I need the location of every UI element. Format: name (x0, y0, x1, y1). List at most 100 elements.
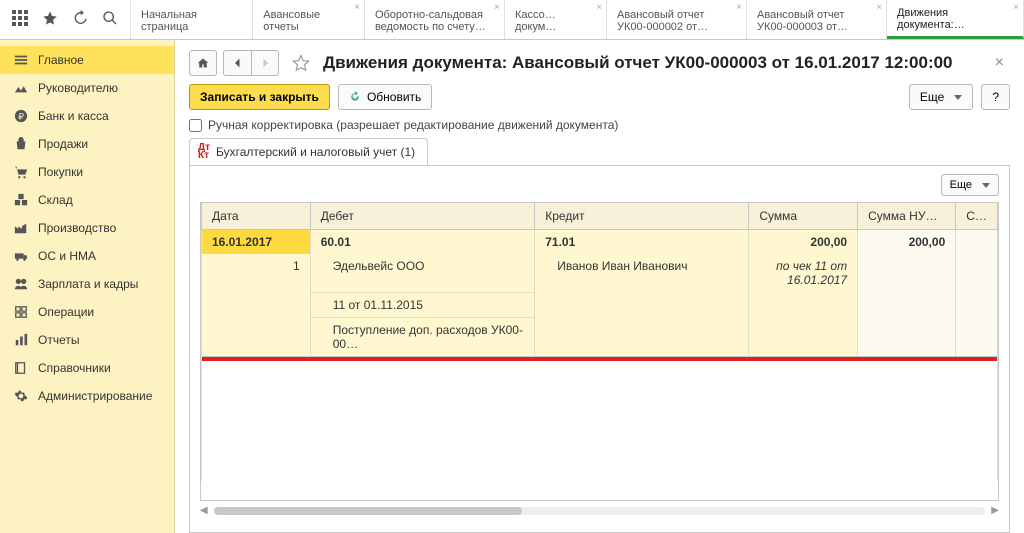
close-icon[interactable]: × (1013, 2, 1019, 13)
button-label: Еще (920, 90, 944, 104)
nav-pair (223, 50, 279, 76)
close-icon[interactable]: × (354, 2, 360, 13)
more-button[interactable]: Еще (909, 84, 973, 110)
tab-label: Авансовый отчет УК00-000002 от… (617, 9, 736, 33)
tab-label: Оборотно-сальдовая ведомость по счету… (375, 9, 494, 33)
top-tab[interactable]: Движения документа:…× (887, 0, 1024, 39)
top-tab[interactable]: Авансовый отчет УК00-000002 от…× (607, 0, 747, 39)
sidebar-label: ОС и НМА (38, 249, 96, 263)
cell-date: 16.01.2017 (202, 230, 311, 255)
favorite-star-icon[interactable] (291, 53, 311, 73)
sidebar-item-bank[interactable]: ₽ Банк и касса (0, 102, 174, 130)
sidebar-label: Зарплата и кадры (38, 277, 138, 291)
manual-correction-row: Ручная корректировка (разрешает редактир… (189, 118, 1010, 132)
sidebar-item-production[interactable]: Производство (0, 214, 174, 242)
accounting-tab[interactable]: ДтКт Бухгалтерский и налоговый учет (1) (189, 138, 428, 165)
forward-button[interactable] (251, 50, 279, 76)
button-label: Обновить (367, 90, 421, 104)
button-label: Еще (950, 179, 972, 191)
sidebar-item-assets[interactable]: ОС и НМА (0, 242, 174, 270)
top-tab[interactable]: Оборотно-сальдовая ведомость по счету…× (365, 0, 505, 39)
sidebar-label: Операции (38, 305, 94, 319)
col-date[interactable]: Дата (202, 203, 311, 230)
top-tab[interactable]: Кассо… докум…× (505, 0, 607, 39)
back-button[interactable] (223, 50, 251, 76)
top-tab[interactable]: Авансовый отчет УК00-000003 от…× (747, 0, 887, 39)
top-tab[interactable]: Авансовые отчеты× (253, 0, 365, 39)
button-label: Записать и закрыть (200, 90, 319, 104)
tab-label: Кассо… докум… (515, 9, 596, 33)
cell-credit: 71.01 (535, 230, 749, 255)
tab-label: Начальная страница (141, 9, 242, 33)
cell-note: по чек 11 от 16.01.2017 (749, 254, 858, 292)
star-icon[interactable] (42, 10, 58, 29)
close-icon[interactable]: × (494, 2, 500, 13)
sidebar-item-warehouse[interactable]: Склад (0, 186, 174, 214)
sidebar-label: Справочники (38, 361, 111, 375)
close-icon[interactable]: × (736, 2, 742, 13)
sidebar-item-purchases[interactable]: Покупки (0, 158, 174, 186)
help-button[interactable]: ? (981, 84, 1010, 110)
top-tab[interactable]: Начальная страница (131, 0, 253, 39)
sidebar-item-operations[interactable]: Операции (0, 298, 174, 326)
col-sum[interactable]: Сумма (749, 203, 858, 230)
cell-debit-sub: 11 от 01.11.2015 (310, 292, 535, 317)
grid-header-row: Дата Дебет Кредит Сумма Сумма НУ… С… (202, 203, 998, 230)
page-header: Движения документа: Авансовый отчет УК00… (189, 50, 1010, 76)
top-icon-group (0, 0, 131, 39)
sidebar-item-payroll[interactable]: Зарплата и кадры (0, 270, 174, 298)
history-icon[interactable] (72, 10, 88, 29)
sidebar-label: Склад (38, 193, 73, 207)
sidebar-label: Производство (38, 221, 116, 235)
grid-row[interactable]: 11 от 01.11.2015 (202, 292, 998, 317)
grid-row[interactable]: Поступление доп. расходов УК00-00… (202, 317, 998, 356)
grid-panel: Еще Дата Дебет Кредит Сумма Сумма НУ… С… (189, 166, 1010, 533)
cell-debit: 60.01 (310, 230, 535, 255)
close-icon[interactable]: × (876, 2, 882, 13)
manual-correction-checkbox[interactable] (189, 119, 202, 132)
grid-row[interactable]: 1 Эдельвейс ООО Иванов Иван Иванович по … (202, 254, 998, 292)
apps-icon[interactable] (12, 10, 28, 29)
sidebar-item-sales[interactable]: Продажи (0, 130, 174, 158)
refresh-button[interactable]: Обновить (338, 84, 432, 110)
sidebar-label: Отчеты (38, 333, 79, 347)
horizontal-scrollbar[interactable]: ◀ ▶ (200, 501, 999, 516)
col-sumnu[interactable]: Сумма НУ… (858, 203, 956, 230)
tab-label: Авансовый отчет УК00-000003 от… (757, 9, 876, 33)
scroll-thumb[interactable] (214, 507, 523, 515)
sidebar-label: Руководителю (38, 81, 118, 95)
search-icon[interactable] (102, 10, 118, 29)
col-extra[interactable]: С… (956, 203, 998, 230)
sidebar-item-catalogs[interactable]: Справочники (0, 354, 174, 382)
scroll-right-icon[interactable]: ▶ (991, 505, 999, 516)
sidebar-item-reports[interactable]: Отчеты (0, 326, 174, 354)
scroll-track[interactable] (214, 507, 986, 515)
scroll-left-icon[interactable]: ◀ (200, 505, 208, 516)
close-page-button[interactable]: × (989, 54, 1010, 72)
col-credit[interactable]: Кредит (535, 203, 749, 230)
grid-wrap[interactable]: Дата Дебет Кредит Сумма Сумма НУ… С… 16.… (200, 202, 999, 501)
sidebar-item-main[interactable]: Главное (0, 46, 174, 74)
sidebar-item-admin[interactable]: Администрирование (0, 382, 174, 410)
cell-seq: 1 (202, 254, 311, 292)
top-tabs: Начальная страница Авансовые отчеты× Обо… (131, 0, 1024, 39)
cell-credit-sub: Иванов Иван Иванович (535, 254, 749, 292)
sidebar-label: Главное (38, 53, 84, 67)
home-button[interactable] (189, 50, 217, 76)
cell-sumnu: 200,00 (858, 230, 956, 255)
close-icon[interactable]: × (596, 2, 602, 13)
action-row: Записать и закрыть Обновить Еще ? (189, 84, 1010, 110)
grid-more-button[interactable]: Еще (941, 174, 999, 196)
sidebar: Главное Руководителю ₽ Банк и касса Прода… (0, 40, 175, 533)
col-debit[interactable]: Дебет (310, 203, 535, 230)
sidebar-label: Покупки (38, 165, 83, 179)
sidebar-item-manager[interactable]: Руководителю (0, 74, 174, 102)
save-close-button[interactable]: Записать и закрыть (189, 84, 330, 110)
sidebar-label: Банк и касса (38, 109, 109, 123)
cell-extra (956, 230, 998, 255)
grid-row[interactable]: 16.01.2017 60.01 71.01 200,00 200,00 (202, 230, 998, 255)
movements-grid: Дата Дебет Кредит Сумма Сумма НУ… С… 16.… (201, 202, 998, 481)
cell-sum: 200,00 (749, 230, 858, 255)
shell: Главное Руководителю ₽ Банк и касса Прода… (0, 40, 1024, 533)
svg-text:₽: ₽ (18, 112, 24, 122)
